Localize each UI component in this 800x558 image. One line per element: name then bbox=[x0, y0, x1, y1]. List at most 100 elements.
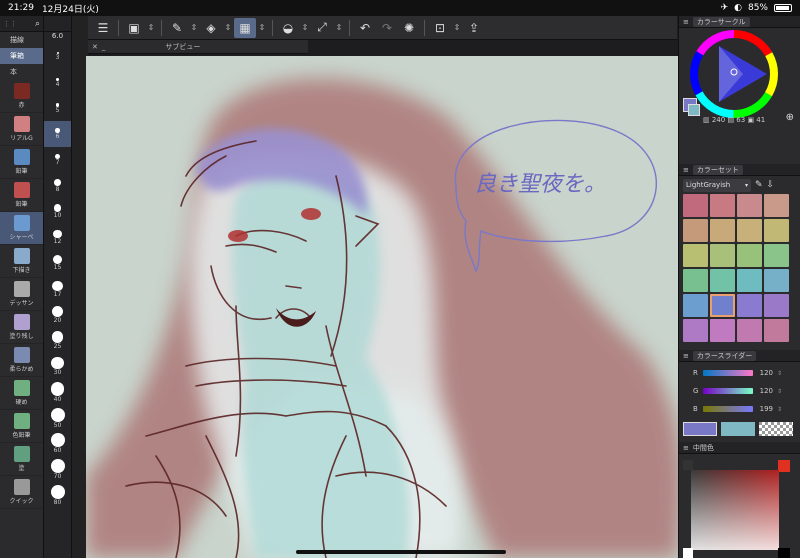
color-swatch[interactable] bbox=[710, 319, 735, 342]
brush-size-item[interactable]: 70 bbox=[44, 457, 71, 483]
color-swatch[interactable] bbox=[683, 244, 708, 267]
pen-icon[interactable]: ✎ bbox=[166, 18, 188, 38]
tool-item[interactable]: 柔らかめ bbox=[0, 344, 43, 377]
minimize-icon[interactable]: _ bbox=[102, 43, 106, 51]
tool-item[interactable]: クイック bbox=[0, 476, 43, 509]
brush-size-item[interactable]: 6 bbox=[44, 121, 71, 148]
grip-icon[interactable]: ⋮⋮ bbox=[3, 20, 17, 28]
color-swatch[interactable] bbox=[764, 219, 789, 242]
stepper-icon[interactable]: ⇕ bbox=[777, 370, 782, 377]
brush-size-item[interactable]: 5 bbox=[44, 96, 71, 122]
close-icon[interactable]: ✕ bbox=[92, 43, 98, 51]
home-indicator[interactable] bbox=[296, 550, 506, 554]
stepper-icon[interactable]: ⇕ bbox=[777, 388, 782, 395]
search-icon[interactable]: ⌕ bbox=[35, 19, 40, 29]
menu-icon[interactable]: ☰ bbox=[92, 18, 114, 38]
stepper-icon[interactable]: ⇕ bbox=[188, 18, 200, 38]
loading-icon[interactable]: ✺ bbox=[398, 18, 420, 38]
color-swatch[interactable] bbox=[764, 194, 789, 217]
sub-tool-group-item[interactable]: 筆箱 bbox=[0, 48, 43, 64]
brush-size-item[interactable]: 3 bbox=[44, 44, 71, 70]
color-swatch[interactable] bbox=[683, 219, 708, 242]
brush-size-item[interactable]: 15 bbox=[44, 250, 71, 276]
sub-tool-group-item[interactable]: 描線 bbox=[0, 32, 43, 48]
color-swatch[interactable] bbox=[683, 294, 708, 317]
channel-slider[interactable] bbox=[703, 406, 753, 412]
color-swatch[interactable] bbox=[764, 269, 789, 292]
stepper-icon[interactable]: ⇕ bbox=[222, 18, 234, 38]
globe-icon[interactable]: ⊕ bbox=[786, 112, 794, 123]
color-slider-tab[interactable]: カラースライダー bbox=[692, 350, 757, 361]
brush-size-item[interactable]: 4 bbox=[44, 70, 71, 96]
tool-item[interactable]: 下描き bbox=[0, 245, 43, 278]
grip-icon[interactable]: ≡ bbox=[683, 352, 689, 360]
color-swatch[interactable] bbox=[737, 219, 762, 242]
brush-size-item[interactable]: 50 bbox=[44, 405, 71, 431]
eyedropper-icon[interactable]: ✎ bbox=[755, 180, 763, 190]
brush-size-item[interactable]: 10 bbox=[44, 199, 71, 225]
color-set-tab[interactable]: カラーセット bbox=[692, 164, 743, 175]
grip-icon[interactable]: ≡ bbox=[683, 166, 689, 174]
transform-icon[interactable]: ⤢ bbox=[311, 18, 333, 38]
tool-item[interactable]: デッサン bbox=[0, 278, 43, 311]
color-swatch[interactable] bbox=[737, 244, 762, 267]
brush-size-item[interactable]: 8 bbox=[44, 173, 71, 199]
channel-slider[interactable] bbox=[703, 370, 753, 376]
color-swatch[interactable] bbox=[737, 294, 762, 317]
export-icon[interactable]: ⇪ bbox=[463, 18, 485, 38]
corner-color-bl[interactable] bbox=[683, 548, 693, 558]
redo-icon[interactable]: ↷ bbox=[376, 18, 398, 38]
sub-color-chip[interactable] bbox=[721, 422, 755, 436]
corner-color-tr[interactable] bbox=[778, 460, 790, 472]
brush-size-item[interactable]: 40 bbox=[44, 379, 71, 405]
tool-item[interactable]: 塗り残し bbox=[0, 311, 43, 344]
color-swatch[interactable] bbox=[683, 194, 708, 217]
save-icon[interactable]: ▦ bbox=[234, 17, 256, 38]
color-circle-widget[interactable]: ▥ 240 ▤ 63 ▣ 41 ⊕ bbox=[679, 28, 800, 128]
brush-size-item[interactable]: 80 bbox=[44, 483, 71, 509]
layer-mask-icon[interactable]: ▣ bbox=[123, 18, 145, 38]
grip-icon[interactable]: ≡ bbox=[683, 444, 689, 452]
brush-size-item[interactable]: 7 bbox=[44, 147, 71, 173]
stepper-icon[interactable]: ⇕ bbox=[777, 406, 782, 413]
color-swatch[interactable] bbox=[737, 194, 762, 217]
brush-size-item[interactable]: 20 bbox=[44, 302, 71, 328]
color-swatch[interactable] bbox=[764, 244, 789, 267]
brush-size-item[interactable]: 25 bbox=[44, 328, 71, 354]
color-swatch[interactable] bbox=[683, 319, 708, 342]
color-swatch[interactable] bbox=[710, 244, 735, 267]
tool-item[interactable]: シャーペ bbox=[0, 212, 43, 245]
color-swatch[interactable] bbox=[737, 319, 762, 342]
tool-item[interactable]: 鉛筆 bbox=[0, 179, 43, 212]
undo-icon[interactable]: ↶ bbox=[354, 18, 376, 38]
intermediate-tab[interactable]: 中間色 bbox=[693, 443, 714, 453]
canvas-settings-icon[interactable]: ⊡ bbox=[429, 18, 451, 38]
stepper-icon[interactable]: ⇕ bbox=[333, 18, 345, 38]
intermediate-grid[interactable] bbox=[691, 470, 779, 550]
color-swatch[interactable] bbox=[737, 269, 762, 292]
color-swatch[interactable] bbox=[710, 194, 735, 217]
transparent-color-chip[interactable] bbox=[759, 422, 793, 436]
sub-color-swatch[interactable] bbox=[688, 104, 700, 116]
layers-icon[interactable]: ◈ bbox=[200, 18, 222, 38]
color-swatch[interactable] bbox=[683, 269, 708, 292]
grip-icon[interactable]: ≡ bbox=[683, 18, 689, 26]
color-swatch[interactable] bbox=[710, 219, 735, 242]
tool-item[interactable]: リアルG bbox=[0, 113, 43, 146]
corner-color-tl[interactable] bbox=[683, 460, 693, 470]
color-circle-tab[interactable]: カラーサークル bbox=[692, 16, 750, 27]
drawing-canvas[interactable]: 良き聖夜を。 bbox=[86, 56, 678, 558]
color-swatch[interactable] bbox=[710, 269, 735, 292]
stepper-icon[interactable]: ⇕ bbox=[451, 18, 463, 38]
brush-size-item[interactable]: 17 bbox=[44, 276, 71, 302]
import-icon[interactable]: ⇩ bbox=[767, 180, 775, 190]
color-swatch[interactable] bbox=[764, 319, 789, 342]
tool-item[interactable]: 赤 bbox=[0, 80, 43, 113]
color-swatch[interactable] bbox=[710, 294, 735, 317]
main-color-chip[interactable] bbox=[683, 422, 717, 436]
tool-item[interactable]: 鉛筆 bbox=[0, 146, 43, 179]
brush-size-item[interactable]: 30 bbox=[44, 354, 71, 380]
fill-icon[interactable]: ◒ bbox=[277, 18, 299, 38]
channel-slider[interactable] bbox=[703, 388, 753, 394]
sub-tool-group-item[interactable]: 本 bbox=[0, 64, 43, 80]
